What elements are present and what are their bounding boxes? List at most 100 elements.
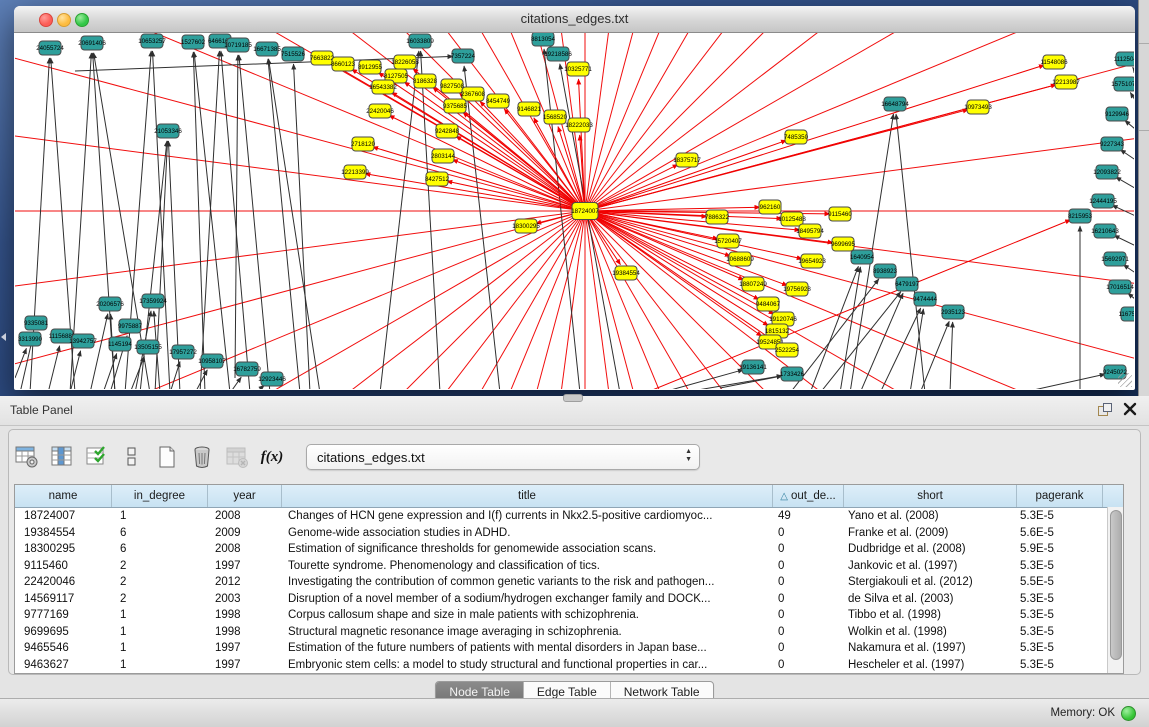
table-selector-dropdown[interactable]: citations_edges.txt ▲▼ [306, 444, 700, 470]
graph-node[interactable]: 9474444 [913, 292, 938, 306]
panel-collapse-arrow-icon[interactable] [1, 333, 6, 341]
graph-node[interactable]: 16782759 [233, 362, 261, 376]
graph-node[interactable]: 8454749 [486, 94, 511, 108]
graph-node[interactable]: 2522254 [775, 343, 800, 357]
table-row[interactable]: 2242004622012Investigating the contribut… [15, 574, 1123, 591]
graph-node[interactable]: 18222033 [565, 118, 593, 132]
graph-node[interactable]: 9242848 [435, 124, 460, 138]
graph-node[interactable]: 10688609 [726, 252, 754, 266]
window-resize-grip[interactable] [1118, 373, 1132, 387]
splitter-handle[interactable] [563, 394, 583, 402]
graph-node[interactable]: 11548086 [1040, 55, 1068, 69]
graph-node[interactable]: 17016514 [1106, 280, 1134, 294]
graph-node[interactable]: 2935123 [941, 305, 966, 319]
graph-node[interactable]: 8813054 [531, 33, 556, 46]
graph-node[interactable]: 15720407 [714, 234, 742, 248]
float-window-icon[interactable] [1098, 403, 1113, 417]
graph-node[interactable]: 8660123 [331, 57, 356, 71]
graph-node[interactable]: 16033809 [406, 34, 434, 48]
network-window[interactable]: citations_edges.txt 18724007766382286601… [14, 6, 1135, 390]
graph-node[interactable]: 16671385 [253, 42, 281, 56]
graph-node[interactable]: 9375685 [443, 99, 468, 113]
graph-node[interactable]: 2367608 [461, 87, 486, 101]
close-icon[interactable] [1123, 401, 1137, 417]
table-row[interactable]: 977716911998Corpus callosum shape and si… [15, 607, 1123, 624]
graph-node[interactable]: 3313990 [18, 332, 43, 346]
graph-node[interactable]: 1640954 [850, 250, 875, 264]
graph-node[interactable]: 15692971 [1101, 252, 1129, 266]
graph-node[interactable]: 16543382 [369, 80, 397, 94]
graph-node[interactable]: 22420046 [366, 104, 394, 118]
graph-node[interactable]: 7485350 [784, 130, 809, 144]
table-row[interactable]: 1830029562008Estimation of significance … [15, 541, 1123, 558]
graph-node[interactable]: 12213399 [341, 165, 369, 179]
graph-node[interactable]: 1733426 [780, 367, 805, 381]
select-all-icon[interactable] [84, 444, 110, 470]
graph-node[interactable]: 9146821 [517, 102, 542, 116]
graph-node[interactable]: 7515526 [281, 47, 306, 61]
graph-node[interactable]: 13942757 [69, 334, 97, 348]
graph-node[interactable]: 11125043 [1114, 52, 1134, 66]
table-row[interactable]: 1938455462009Genome-wide association stu… [15, 525, 1123, 542]
graph-node[interactable]: 10958107 [198, 354, 226, 368]
graph-node[interactable]: 11675333 [1118, 307, 1134, 321]
graph-node[interactable]: 8938923 [873, 264, 898, 278]
table-row[interactable]: 969969511998Structural magnetic resonanc… [15, 624, 1123, 641]
graph-node[interactable]: 19136141 [739, 360, 767, 374]
table-mode-icon[interactable] [14, 444, 40, 470]
graph-node[interactable]: 12093822 [1093, 165, 1121, 179]
graph-node[interactable]: 19384554 [612, 266, 640, 280]
column-header-in_degree[interactable]: in_degree [112, 485, 208, 507]
graph-node[interactable]: 18226058 [391, 55, 419, 69]
graph-node[interactable]: 1527602 [181, 35, 206, 49]
column-header-pagerank[interactable]: pagerank [1017, 485, 1103, 507]
graph-node[interactable]: 1145194 [108, 337, 132, 351]
graph-node[interactable]: 9227343 [1100, 137, 1125, 151]
graph-node[interactable]: 18300295 [512, 219, 540, 233]
graph-node[interactable]: 18807249 [739, 277, 767, 291]
graph-node[interactable]: 18495794 [796, 224, 824, 238]
graph-node[interactable]: 20691406 [78, 36, 106, 50]
clear-selection-icon[interactable] [119, 444, 145, 470]
graph-node[interactable]: 24055724 [36, 41, 64, 55]
graph-node[interactable]: 7886322 [705, 210, 730, 224]
column-header-title[interactable]: title [282, 485, 773, 507]
graph-node[interactable]: 9115460 [828, 207, 852, 221]
graph-node[interactable]: 16648794 [881, 97, 909, 111]
delete-table-icon[interactable] [224, 444, 250, 470]
graph-node[interactable]: 17957272 [169, 345, 197, 359]
column-header-short[interactable]: short [844, 485, 1017, 507]
graph-node[interactable]: 2718120 [351, 137, 376, 151]
graph-node[interactable]: 9335081 [24, 316, 49, 330]
table-row[interactable]: 911546021997Tourette syndrome. Phenomeno… [15, 558, 1123, 575]
graph-node[interactable]: 21053346 [154, 124, 182, 138]
graph-node[interactable]: 10653257 [138, 34, 166, 48]
graph-node[interactable]: 13505155 [134, 340, 162, 354]
column-header-name[interactable]: name [15, 485, 112, 507]
function-builder-icon[interactable]: f(x) [259, 444, 285, 470]
table-row[interactable]: 1456911722003Disruption of a novel membe… [15, 591, 1123, 608]
graph-node[interactable]: 2803144 [431, 149, 456, 163]
graph-node[interactable]: 8427512 [425, 172, 450, 186]
network-canvas[interactable]: 1872400776638228660123891295518226058812… [15, 33, 1134, 389]
graph-node[interactable]: 9129946 [1105, 107, 1130, 121]
show-columns-icon[interactable] [49, 444, 75, 470]
graph-node[interactable]: 9975887 [118, 319, 143, 333]
graph-node[interactable]: 19654923 [798, 254, 826, 268]
graph-node[interactable]: 19756928 [783, 282, 811, 296]
table-row[interactable]: 1872400712008Changes of HCN gene express… [15, 508, 1123, 525]
vertical-scrollbar[interactable] [1107, 507, 1123, 673]
graph-node[interactable]: 9699695 [831, 237, 856, 251]
graph-node[interactable]: 10973493 [964, 100, 992, 114]
graph-node[interactable]: 12923446 [258, 372, 286, 386]
graph-node[interactable]: 6479197 [895, 277, 920, 291]
column-header-year[interactable]: year [208, 485, 282, 507]
graph-node[interactable]: 9484067 [756, 297, 781, 311]
table-row[interactable]: 946362711997Embryonic stem cells: a mode… [15, 657, 1123, 674]
graph-node[interactable]: 8215953 [1068, 209, 1093, 223]
graph-node[interactable]: 15751074 [1111, 77, 1134, 91]
scrollbar-thumb[interactable] [1110, 510, 1122, 660]
graph-node[interactable]: 20206576 [96, 297, 124, 311]
delete-column-icon[interactable] [189, 444, 215, 470]
graph-node[interactable]: 12213987 [1052, 75, 1080, 89]
